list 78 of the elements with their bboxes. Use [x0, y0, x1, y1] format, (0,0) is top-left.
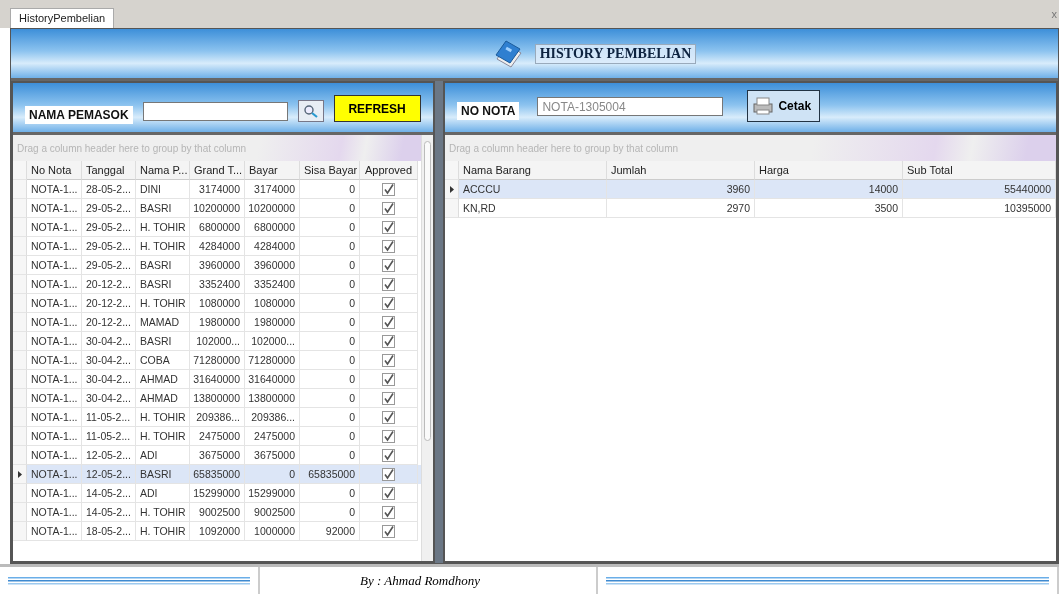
- approved-checkbox[interactable]: [382, 239, 395, 253]
- table-cell: 3500: [755, 199, 903, 218]
- table-row[interactable]: NOTA-1... 20-12-2... H. TOHIR 1080000 1080000 0: [13, 294, 421, 313]
- approved-checkbox[interactable]: [382, 391, 395, 405]
- table-row[interactable]: NOTA-1... 20-12-2... MAMAD 1980000 1980000 0: [13, 313, 421, 332]
- page-title: HISTORY PEMBELIAN: [534, 43, 697, 64]
- approved-checkbox[interactable]: [382, 524, 395, 538]
- table-cell: H. TOHIR: [136, 522, 190, 541]
- table-row[interactable]: NOTA-1... 30-04-2... BASRI 102000... 102000... 0: [13, 332, 421, 351]
- table-row[interactable]: NOTA-1... 12-05-2... BASRI 65835000 0 65835000: [13, 465, 421, 484]
- row-indicator-icon: [17, 470, 22, 478]
- column-header[interactable]: Sisa Bayar: [300, 161, 360, 180]
- refresh-button[interactable]: REFRESH: [333, 95, 421, 122]
- table-row[interactable]: NOTA-1... 20-12-2... BASRI 3352400 3352400 0: [13, 275, 421, 294]
- column-header[interactable]: Sub Total: [903, 161, 1056, 180]
- column-header[interactable]: Bayar: [245, 161, 300, 180]
- column-header[interactable]: No Nota: [27, 161, 82, 180]
- table-cell: 92000: [300, 522, 360, 541]
- approved-checkbox[interactable]: [382, 372, 395, 386]
- approved-checkbox[interactable]: [382, 277, 395, 291]
- author-credit: By : Ahmad Romdhony: [260, 567, 598, 594]
- search-label: NAMA PEMASOK: [25, 106, 133, 124]
- table-row[interactable]: NOTA-1... 14-05-2... H. TOHIR 9002500 9002500 0: [13, 503, 421, 522]
- approved-checkbox[interactable]: [382, 467, 395, 481]
- table-row[interactable]: NOTA-1... 29-05-2... H. TOHIR 6800000 6800000 0: [13, 218, 421, 237]
- approved-checkbox[interactable]: [382, 296, 395, 310]
- supplier-field[interactable]: [142, 102, 288, 121]
- approved-checkbox[interactable]: [382, 505, 395, 519]
- column-header[interactable]: Grand T...: [190, 161, 245, 180]
- table-cell: NOTA-1...: [27, 522, 82, 541]
- table-row[interactable]: NOTA-1... 29-05-2... BASRI 3960000 3960000 0: [13, 256, 421, 275]
- table-cell: 1092000: [190, 522, 245, 541]
- print-button[interactable]: Cetak: [747, 90, 821, 122]
- table-row[interactable]: NOTA-1... 28-05-2... DINI 3174000 3174000 0: [13, 180, 421, 199]
- table-cell: 10395000: [903, 199, 1056, 218]
- column-header[interactable]: Approved: [360, 161, 418, 180]
- approved-checkbox[interactable]: [382, 410, 395, 424]
- table-row[interactable]: NOTA-1... 30-04-2... AHMAD 13800000 13800000 0: [13, 389, 421, 408]
- invoice-label: NO NOTA: [457, 102, 520, 120]
- table-row[interactable]: NOTA-1... 11-05-2... H. TOHIR 2475000 2475000 0: [13, 427, 421, 446]
- approved-checkbox[interactable]: [382, 353, 395, 367]
- row-selector[interactable]: [445, 180, 459, 199]
- row-indicator-icon: [449, 185, 454, 193]
- approved-checkbox[interactable]: [382, 486, 395, 500]
- column-header[interactable]: Tanggal: [82, 161, 136, 180]
- table-row[interactable]: ACCCU 3960 14000 55440000: [445, 180, 1056, 199]
- search-icon: [302, 104, 319, 118]
- column-header[interactable]: Nama Barang: [459, 161, 607, 180]
- search-button[interactable]: [297, 100, 324, 122]
- table-row[interactable]: NOTA-1... 18-05-2... H. TOHIR 1092000 1000000 92000: [13, 522, 421, 541]
- table-row[interactable]: NOTA-1... 30-04-2... COBA 71280000 71280000 0: [13, 351, 421, 370]
- approved-checkbox[interactable]: [382, 182, 395, 196]
- table-row[interactable]: NOTA-1... 29-05-2... BASRI 10200000 10200000 0: [13, 199, 421, 218]
- table-cell: KN,RD: [459, 199, 607, 218]
- approved-checkbox[interactable]: [382, 201, 395, 215]
- invoice-field[interactable]: NOTA-1305004: [537, 97, 724, 116]
- table-row[interactable]: KN,RD 2970 3500 10395000: [445, 199, 1056, 218]
- table-row[interactable]: NOTA-1... 30-04-2... AHMAD 31640000 31640000 0: [13, 370, 421, 389]
- column-header[interactable]: Jumlah: [607, 161, 755, 180]
- approved-checkbox[interactable]: [382, 334, 395, 348]
- table-cell: 18-05-2...: [82, 522, 136, 541]
- approved-checkbox[interactable]: [382, 220, 395, 234]
- table-row[interactable]: NOTA-1... 11-05-2... H. TOHIR 209386... 209386... 0: [13, 408, 421, 427]
- table-cell: 1000000: [245, 522, 300, 541]
- approved-checkbox[interactable]: [382, 315, 395, 329]
- printer-icon: [752, 96, 775, 116]
- column-header[interactable]: Harga: [755, 161, 903, 180]
- table-row[interactable]: NOTA-1... 14-05-2... ADI 15299000 15299000 0: [13, 484, 421, 503]
- approved-checkbox[interactable]: [382, 258, 395, 272]
- column-header[interactable]: Nama P...: [136, 161, 190, 180]
- row-selector[interactable]: [13, 465, 27, 484]
- approved-checkbox[interactable]: [382, 448, 395, 462]
- table-cell: 2970: [607, 199, 755, 218]
- table-row[interactable]: NOTA-1... 29-05-2... H. TOHIR 4284000 4284000 0: [13, 237, 421, 256]
- scrollbar[interactable]: [421, 135, 433, 561]
- table-row[interactable]: NOTA-1... 12-05-2... ADI 3675000 3675000 0: [13, 446, 421, 465]
- approved-checkbox[interactable]: [382, 429, 395, 443]
- tab[interactable]: HistoryPembelian: [10, 8, 115, 28]
